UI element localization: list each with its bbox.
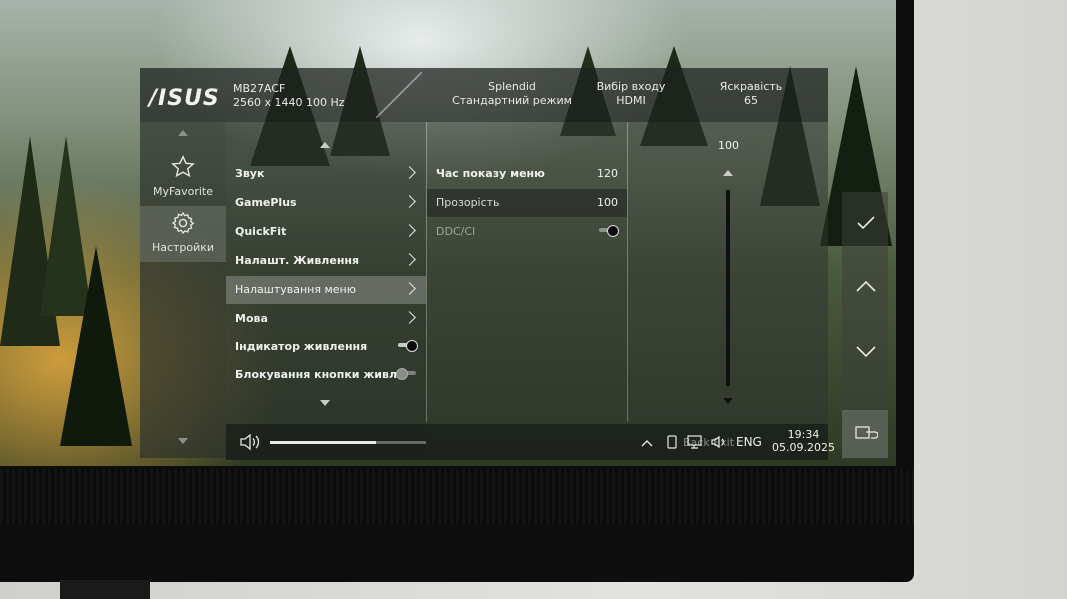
speaker-icon[interactable] <box>238 432 264 452</box>
bezel-bottom-strip <box>0 470 914 524</box>
menu-item-power-settings[interactable]: Налашт. Живлення <box>226 247 426 275</box>
sidebar-item-label: Настройки <box>151 241 215 254</box>
volume-tray-icon[interactable] <box>710 434 728 450</box>
slider-value: 100 <box>718 139 739 152</box>
taskbar-clock[interactable]: 19:34 05.09.2025 <box>772 428 835 454</box>
gear-icon <box>171 211 195 235</box>
submenu-item-value: 100 <box>597 196 618 209</box>
menu-item-label: GamePlus <box>235 196 297 209</box>
language-indicator[interactable]: ENG <box>736 435 762 449</box>
sidebar-item-settings[interactable]: Настройки <box>140 206 226 262</box>
menu-item-sound[interactable]: Звук <box>226 160 426 188</box>
brightness-value: 65 <box>744 94 758 107</box>
chevron-right-icon <box>403 195 416 208</box>
menu-item-gameplus[interactable]: GamePlus <box>226 189 426 217</box>
chevron-up-icon <box>856 280 876 292</box>
submenu-item-label: DDC/CI <box>436 225 476 238</box>
power-indicator-toggle[interactable] <box>398 340 418 352</box>
chevron-right-icon <box>403 282 416 295</box>
menu-item-label: Налаштування меню <box>235 283 357 296</box>
star-icon <box>171 155 195 178</box>
menu-item-power-indicator[interactable]: Індикатор живлення <box>226 333 426 361</box>
up-button[interactable] <box>842 256 888 318</box>
monitor-stand <box>60 580 150 599</box>
ddcci-toggle[interactable] <box>599 225 619 237</box>
sidebar-item-label: MyFavorite <box>153 185 213 198</box>
menu-item-menu-settings[interactable]: Налаштування меню <box>226 276 426 304</box>
menu-item-label: Звук <box>235 167 265 180</box>
input-source-button[interactable] <box>842 410 888 458</box>
slider-down-icon[interactable] <box>723 398 733 404</box>
model-name: MB27ACF <box>233 82 286 95</box>
menu-item-label: Мова <box>235 312 268 325</box>
menu-scroll-down-icon[interactable] <box>320 400 330 406</box>
asus-logo: /ISUS <box>149 86 220 111</box>
submenu-item-label: Прозорість <box>436 196 500 209</box>
splendid-value: Стандартний режим <box>452 94 572 107</box>
chevron-right-icon <box>403 166 416 179</box>
volume-fill <box>270 441 377 444</box>
chevron-right-icon <box>403 253 416 266</box>
clock-time: 19:34 <box>787 428 820 441</box>
menu-scroll-up-icon[interactable] <box>320 142 330 148</box>
input-source-icon <box>855 426 878 439</box>
brightness-label: Яскравість <box>719 80 783 93</box>
model-spec: 2560 x 1440 100 Hz <box>233 96 345 109</box>
submenu-item-label: Час показу меню <box>436 167 545 180</box>
menu-item-label: QuickFit <box>235 225 287 238</box>
submenu-item-transparency[interactable]: Прозорість 100 <box>427 189 627 217</box>
windows-taskbar: Back Exit ENG 19:34 05.09.2025 <box>226 424 835 460</box>
main-menu-column: Звук GamePlus QuickFit Налашт. Живлення … <box>226 122 426 458</box>
splendid-status: Splendid Стандартний режим <box>452 80 572 108</box>
submenu-item-value: 120 <box>597 167 618 180</box>
menu-item-label: Налашт. Живлення <box>235 254 360 267</box>
network-monitor-icon[interactable] <box>686 434 704 450</box>
sidebar-scroll-up-icon[interactable] <box>178 130 188 136</box>
power-key-lock-toggle[interactable] <box>396 368 416 380</box>
menu-item-label: Блокування кнопки живл. <box>235 368 402 381</box>
submenu-column: Час показу меню 120 Прозорість 100 DDC/C… <box>427 122 627 458</box>
sidebar-scroll-down-icon[interactable] <box>178 438 188 444</box>
osd-sidebar: MyFavorite Настройки <box>140 122 226 458</box>
header-divider <box>376 72 422 118</box>
show-hidden-icons-chevron-up-icon[interactable] <box>640 436 654 450</box>
sidebar-item-myfavorite[interactable]: MyFavorite <box>140 150 226 206</box>
tree <box>60 246 132 446</box>
input-status: Вибір входу HDMI <box>586 80 676 108</box>
chevron-right-icon <box>403 311 416 324</box>
chevron-right-icon <box>403 224 416 237</box>
volume-slider[interactable] <box>270 441 426 444</box>
battery-icon[interactable] <box>666 434 678 450</box>
menu-item-quickfit[interactable]: QuickFit <box>226 218 426 246</box>
submenu-item-ddcci[interactable]: DDC/CI <box>427 218 627 246</box>
down-button[interactable] <box>842 320 888 382</box>
osd-menu: /ISUS MB27ACF 2560 x 1440 100 Hz Splendi… <box>140 68 828 458</box>
confirm-button[interactable] <box>842 192 888 254</box>
monitor-buttons-panel <box>842 192 888 460</box>
menu-item-power-key-lock[interactable]: Блокування кнопки живл. <box>226 361 426 389</box>
clock-date: 05.09.2025 <box>772 441 835 454</box>
osd-header: /ISUS MB27ACF 2560 x 1440 100 Hz Splendi… <box>140 68 828 122</box>
input-value: HDMI <box>616 94 646 107</box>
check-icon <box>857 216 875 230</box>
input-label: Вибір входу <box>596 80 666 93</box>
brightness-status: Яскравість 65 <box>706 80 796 108</box>
splendid-label: Splendid <box>488 80 536 93</box>
slider-up-icon[interactable] <box>723 170 733 176</box>
submenu-item-menu-timeout[interactable]: Час показу меню 120 <box>427 160 627 188</box>
menu-item-label: Індикатор живлення <box>235 340 368 353</box>
transparency-slider[interactable] <box>726 190 730 386</box>
menu-item-language[interactable]: Мова <box>226 305 426 333</box>
chevron-down-icon <box>856 346 876 358</box>
